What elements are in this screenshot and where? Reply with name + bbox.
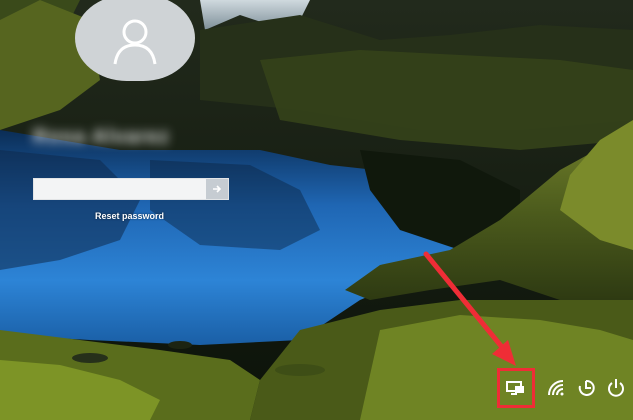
user-silhouette-icon xyxy=(113,19,157,65)
username-label: Rosa Alvarez xyxy=(33,125,170,148)
ease-of-access-button[interactable] xyxy=(571,370,601,406)
password-field[interactable] xyxy=(33,178,229,200)
lock-screen: Rosa Alvarez Reset password xyxy=(0,0,633,420)
red-pointer-arrow xyxy=(423,251,516,366)
network-button[interactable] xyxy=(497,368,535,408)
submit-button[interactable] xyxy=(206,179,228,199)
system-tray xyxy=(497,366,631,410)
user-avatar xyxy=(75,0,195,81)
ease-of-access-icon xyxy=(578,379,595,396)
arrow-right-icon xyxy=(213,185,222,193)
wifi-icon xyxy=(548,380,564,396)
reset-password-link[interactable]: Reset password xyxy=(95,211,164,221)
power-button[interactable] xyxy=(601,370,631,406)
password-input[interactable] xyxy=(34,179,206,199)
wifi-button[interactable] xyxy=(541,370,571,406)
power-icon xyxy=(608,379,624,397)
network-display-icon xyxy=(506,381,524,395)
